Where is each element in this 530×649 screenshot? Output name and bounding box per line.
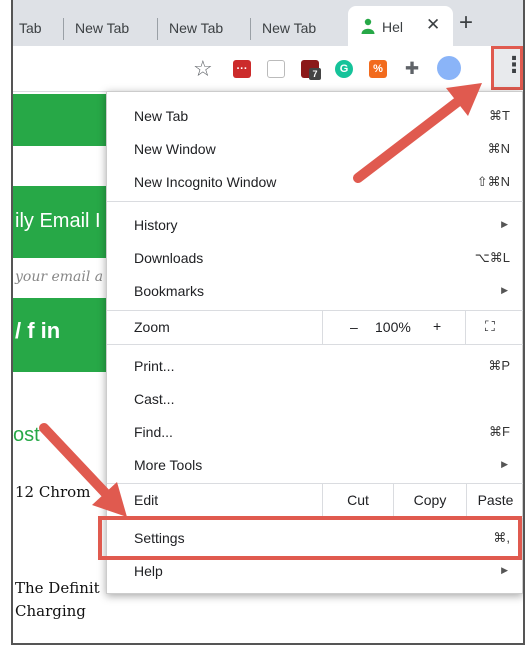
annotation-arrows bbox=[39, 83, 482, 517]
arrow-to-menu-button bbox=[353, 83, 482, 183]
arrow-to-settings bbox=[39, 423, 127, 517]
